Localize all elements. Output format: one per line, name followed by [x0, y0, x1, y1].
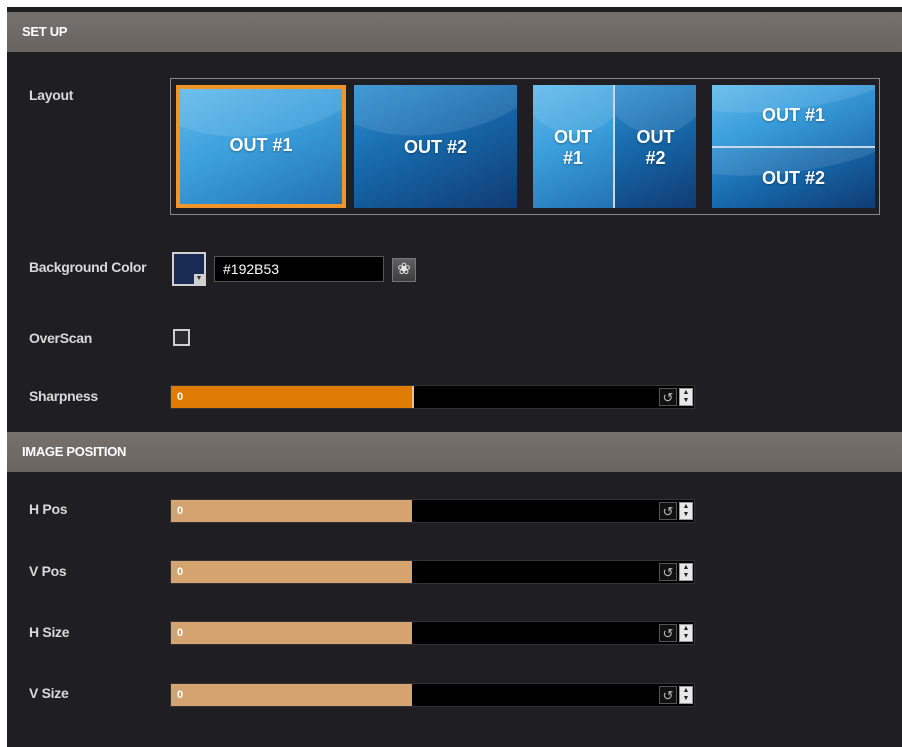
h-size-slider[interactable]: 0 ↺ ▲ ▼ — [170, 621, 695, 645]
chevron-down-icon[interactable]: ▼ — [680, 511, 692, 519]
h-size-slider-fill — [171, 622, 412, 644]
layout-top-pane: OUT #1 — [712, 85, 875, 146]
spin-buttons[interactable]: ▲ ▼ — [679, 563, 693, 581]
layout-pane-text: #2 — [645, 148, 666, 168]
layout-option-out2[interactable]: OUT #2 — [354, 85, 517, 208]
h-size-value: 0 — [177, 627, 184, 639]
layout-option-side-by-side[interactable]: OUT #1 OUT #2 — [533, 85, 696, 208]
overscan-checkbox[interactable] — [173, 329, 190, 346]
layout-pane-text: OUT — [554, 127, 592, 147]
chevron-down-icon[interactable]: ▼ — [680, 695, 692, 703]
background-color-swatch[interactable]: ▼ — [172, 252, 206, 286]
v-size-label: V Size — [29, 685, 69, 701]
reset-icon[interactable]: ↺ — [659, 502, 677, 520]
sharpness-slider-fill — [171, 386, 414, 408]
v-size-value: 0 — [177, 689, 184, 701]
layout-pane-text: #1 — [562, 148, 584, 168]
h-pos-label: H Pos — [29, 501, 68, 517]
v-pos-slider[interactable]: 0 ↺ ▲ ▼ — [170, 560, 695, 584]
setup-section-header: SET UP — [7, 12, 902, 52]
reset-icon[interactable]: ↺ — [659, 624, 677, 642]
layout-left-pane: OUT #1 — [533, 85, 613, 208]
spin-buttons[interactable]: ▲ ▼ — [679, 502, 693, 520]
reset-icon[interactable]: ↺ — [659, 388, 677, 406]
settings-panel: SET UP Layout OUT #1 OUT #2 OUT #1 OUT #… — [7, 7, 902, 747]
chevron-up-icon[interactable]: ▲ — [680, 564, 692, 572]
layout-pane-text: OUT #2 — [761, 168, 826, 188]
layout-option-out1[interactable]: OUT #1 — [176, 85, 346, 208]
spin-buttons[interactable]: ▲ ▼ — [679, 624, 693, 642]
color-palette-icon[interactable]: ❀ — [392, 258, 416, 282]
chevron-down-icon[interactable]: ▼ — [680, 633, 692, 641]
layout-option-stacked[interactable]: OUT #1 OUT #2 — [712, 85, 875, 208]
v-size-slider-fill — [171, 684, 412, 706]
layout-selector: OUT #1 OUT #2 OUT #1 OUT #2 OUT #1 OUT #… — [170, 78, 880, 215]
layout-pane-text: OUT #1 — [761, 105, 826, 125]
v-pos-slider-fill — [171, 561, 412, 583]
spin-buttons[interactable]: ▲ ▼ — [679, 686, 693, 704]
chevron-up-icon[interactable]: ▲ — [680, 687, 692, 695]
reset-icon[interactable]: ↺ — [659, 563, 677, 581]
layout-bottom-pane: OUT #2 — [712, 148, 875, 208]
spin-buttons[interactable]: ▲ ▼ — [679, 388, 693, 406]
v-pos-value: 0 — [177, 566, 184, 578]
chevron-up-icon[interactable]: ▲ — [680, 389, 692, 397]
layout-pane-text: OUT — [636, 127, 675, 147]
v-pos-label: V Pos — [29, 563, 67, 579]
background-color-label: Background Color — [29, 259, 147, 275]
h-pos-slider-fill — [171, 500, 412, 522]
h-pos-slider[interactable]: 0 ↺ ▲ ▼ — [170, 499, 695, 523]
chevron-up-icon[interactable]: ▲ — [680, 625, 692, 633]
h-size-label: H Size — [29, 624, 70, 640]
layout-label: Layout — [29, 87, 74, 103]
background-color-hex-field[interactable]: #192B53 — [214, 256, 384, 282]
sharpness-slider[interactable]: 0 ↺ ▲ ▼ — [170, 385, 695, 409]
chevron-down-icon: ▼ — [194, 274, 204, 284]
layout-option-label: OUT #2 — [403, 137, 468, 157]
image-position-section-header: IMAGE POSITION — [7, 432, 902, 472]
overscan-label: OverScan — [29, 330, 92, 346]
chevron-up-icon[interactable]: ▲ — [680, 503, 692, 511]
sharpness-label: Sharpness — [29, 388, 98, 404]
sharpness-value: 0 — [177, 391, 184, 403]
layout-right-pane: OUT #2 — [615, 85, 696, 208]
v-size-slider[interactable]: 0 ↺ ▲ ▼ — [170, 683, 695, 707]
chevron-down-icon[interactable]: ▼ — [680, 397, 692, 405]
h-pos-value: 0 — [177, 505, 184, 517]
chevron-down-icon[interactable]: ▼ — [680, 572, 692, 580]
layout-option-label: OUT #1 — [229, 135, 293, 155]
reset-icon[interactable]: ↺ — [659, 686, 677, 704]
